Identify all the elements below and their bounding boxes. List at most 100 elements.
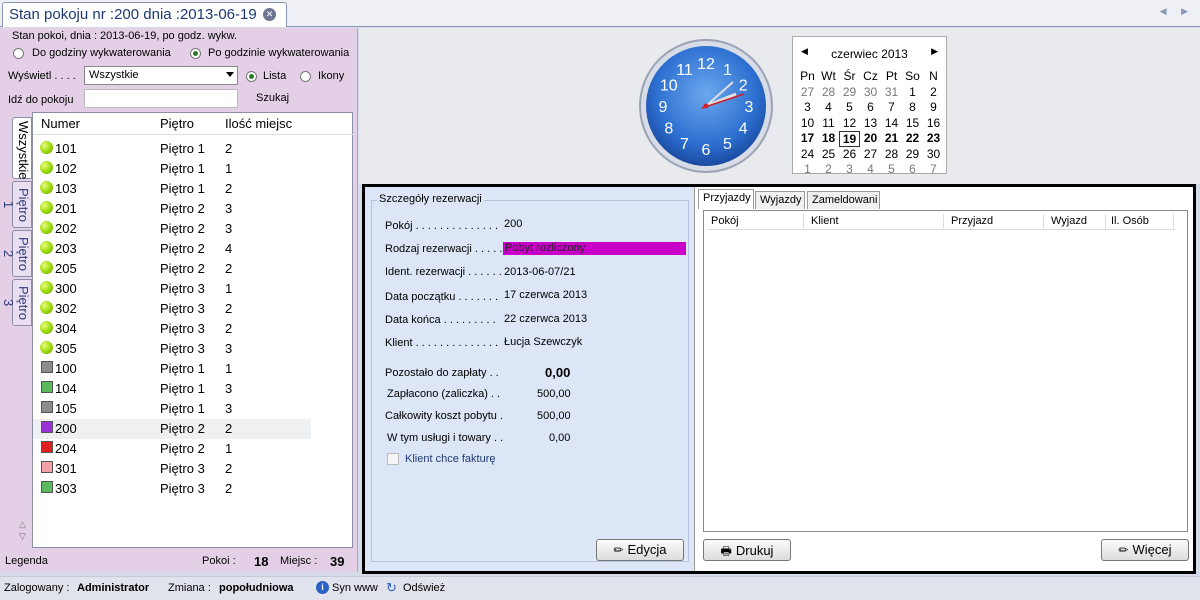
tab-floor-1[interactable]: Piętro 1	[1, 181, 32, 228]
calendar-day[interactable]: 7	[923, 162, 944, 178]
close-icon[interactable]: ✕	[263, 8, 276, 21]
tab-scroll-arrows-icon[interactable]: ◀ ▶	[1160, 6, 1194, 17]
calendar-day[interactable]: 31	[881, 85, 902, 101]
table-row[interactable]: 200 Piętro 2 2	[33, 419, 311, 439]
column-persons[interactable]: Il. Osób	[1111, 215, 1149, 227]
more-button[interactable]: ✏ Więcej	[1101, 539, 1189, 561]
table-row[interactable]: 303 Piętro 3 2	[33, 479, 311, 499]
column-client[interactable]: Klient	[811, 215, 839, 227]
view-icons-radio[interactable]	[300, 71, 311, 82]
calendar-day[interactable]: 20	[860, 131, 881, 147]
calendar-day[interactable]: 7	[881, 100, 902, 116]
document-tab[interactable]: Stan pokoju nr :200 dnia :2013-06-19 ✕	[2, 2, 287, 27]
display-filter-select[interactable]: Wszystkie	[84, 66, 238, 85]
calendar-day[interactable]: 13	[860, 116, 881, 132]
print-button[interactable]: 🖶 Drukuj	[703, 539, 791, 561]
table-row[interactable]: 204 Piętro 2 1	[33, 439, 311, 459]
table-row[interactable]: 101 Piętro 1 2	[33, 139, 311, 159]
cell-places: 2	[225, 301, 233, 316]
column-departure[interactable]: Wyjazd	[1051, 215, 1087, 227]
calendar-day[interactable]: 6	[902, 162, 923, 178]
column-places[interactable]: Ilość miejsc	[225, 116, 292, 131]
calendar-day[interactable]: 4	[860, 162, 881, 178]
cell-number: 301	[55, 461, 77, 476]
column-arrival[interactable]: Przyjazd	[951, 215, 993, 227]
column-room[interactable]: Pokój	[711, 215, 739, 227]
calendar-day[interactable]: 23	[923, 131, 944, 147]
calendar-day[interactable]: 17	[797, 131, 818, 147]
edit-button[interactable]: ✏ Edycja	[596, 539, 684, 561]
invoice-checkbox[interactable]	[387, 453, 399, 465]
calendar-day[interactable]: 10	[797, 116, 818, 132]
search-button[interactable]: Szukaj	[256, 92, 289, 104]
table-row[interactable]: 202 Piętro 2 3	[33, 219, 311, 239]
cell-places: 2	[225, 181, 233, 196]
legend-link[interactable]: Legenda	[5, 555, 48, 567]
column-number[interactable]: Numer	[41, 116, 80, 131]
table-row[interactable]: 205 Piętro 2 2	[33, 259, 311, 279]
goto-room-input[interactable]	[84, 89, 238, 108]
sync-www-button[interactable]: Syn www	[332, 582, 378, 594]
table-row[interactable]: 104 Piętro 1 3	[33, 379, 311, 399]
table-row[interactable]: 100 Piętro 1 1	[33, 359, 311, 379]
calendar-day[interactable]: 5	[881, 162, 902, 178]
calendar-day[interactable]: 4	[818, 100, 839, 116]
tab-arrivals-active[interactable]: Przyjazdy	[698, 189, 754, 209]
table-row[interactable]: 203 Piętro 2 4	[33, 239, 311, 259]
calendar-day[interactable]: 6	[860, 100, 881, 116]
calendar-day[interactable]: 9	[923, 100, 944, 116]
before-checkout-radio[interactable]	[13, 48, 24, 59]
calendar-day[interactable]: 3	[839, 162, 860, 178]
cell-floor: Piętro 1	[160, 181, 205, 196]
table-row[interactable]: 103 Piętro 1 2	[33, 179, 311, 199]
before-checkout-label: Do godziny wykwaterowania	[32, 47, 171, 59]
calendar-day[interactable]: 2	[818, 162, 839, 178]
calendar-day[interactable]: 28	[818, 85, 839, 101]
calendar-day[interactable]: 27	[797, 85, 818, 101]
tab-departures[interactable]: Wyjazdy	[755, 191, 805, 209]
calendar-day[interactable]: 21	[881, 131, 902, 147]
view-list-radio[interactable]	[246, 71, 257, 82]
calendar-day[interactable]: 19	[839, 131, 860, 147]
calendar-day[interactable]: 14	[881, 116, 902, 132]
table-row[interactable]: 304 Piętro 3 2	[33, 319, 311, 339]
calendar-day[interactable]: 22	[902, 131, 923, 147]
table-row[interactable]: 102 Piętro 1 1	[33, 159, 311, 179]
refresh-button[interactable]: Odśwież	[403, 582, 445, 594]
calendar-day[interactable]: 29	[902, 147, 923, 163]
calendar-day[interactable]: 15	[902, 116, 923, 132]
calendar-day[interactable]: 16	[923, 116, 944, 132]
calendar-day[interactable]: 30	[923, 147, 944, 163]
tab-floor-2[interactable]: Piętro 2	[1, 230, 32, 277]
calendar-day[interactable]: 18	[818, 131, 839, 147]
next-month-icon[interactable]: ▶	[931, 46, 938, 57]
calendar-day[interactable]: 3	[797, 100, 818, 116]
table-row[interactable]: 302 Piętro 3 2	[33, 299, 311, 319]
document-tab-bar: Stan pokoju nr :200 dnia :2013-06-19 ✕ ◀…	[0, 0, 1200, 27]
table-row[interactable]: 201 Piętro 2 3	[33, 199, 311, 219]
calendar-day[interactable]: 27	[860, 147, 881, 163]
calendar-day[interactable]: 11	[818, 116, 839, 132]
calendar-day[interactable]: 1	[797, 162, 818, 178]
calendar-day[interactable]: 28	[881, 147, 902, 163]
column-floor[interactable]: Piętro	[160, 116, 194, 131]
calendar-day[interactable]: 30	[860, 85, 881, 101]
calendar-day[interactable]: 8	[902, 100, 923, 116]
scroll-arrows-icon[interactable]: △ ▽	[19, 518, 26, 542]
tab-checked-in[interactable]: Zameldowani	[807, 191, 880, 209]
calendar-day[interactable]: 26	[839, 147, 860, 163]
table-row[interactable]: 301 Piętro 3 2	[33, 459, 311, 479]
table-row[interactable]: 300 Piętro 3 1	[33, 279, 311, 299]
calendar-day[interactable]: 2	[923, 85, 944, 101]
tab-floor-3[interactable]: Piętro 3	[1, 279, 32, 326]
table-row[interactable]: 305 Piętro 3 3	[33, 339, 311, 359]
calendar-day[interactable]: 1	[902, 85, 923, 101]
calendar-day[interactable]: 12	[839, 116, 860, 132]
tab-all[interactable]: Wszystkie	[12, 117, 32, 180]
calendar-day[interactable]: 29	[839, 85, 860, 101]
calendar-day[interactable]: 25	[818, 147, 839, 163]
calendar-day[interactable]: 5	[839, 100, 860, 116]
table-row[interactable]: 105 Piętro 1 3	[33, 399, 311, 419]
after-checkout-radio[interactable]	[190, 48, 201, 59]
calendar-day[interactable]: 24	[797, 147, 818, 163]
